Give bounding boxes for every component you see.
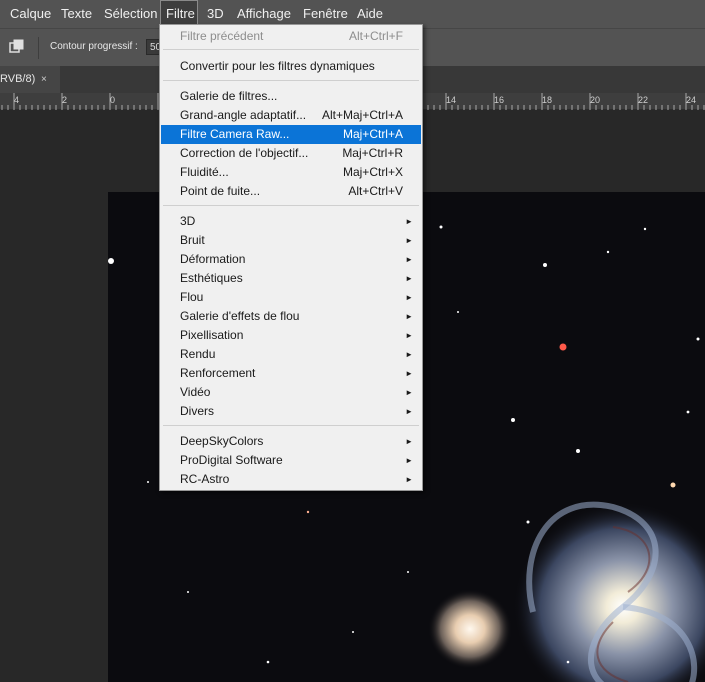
submenu-flou[interactable]: Flou ► (161, 288, 421, 307)
ruler-label: 16 (494, 95, 505, 105)
menu-item-label: Bruit (180, 233, 205, 247)
submenu-deepskycolors[interactable]: DeepSkyColors ► (161, 432, 421, 451)
menu-item-shortcut: Maj+Ctrl+X (342, 165, 403, 179)
menu-item-label: Grand-angle adaptatif... (180, 108, 307, 122)
menu-item-label: RC-Astro (180, 472, 230, 486)
submenu-arrow-icon: ► (405, 293, 413, 302)
submenu-renforcement[interactable]: Renforcement ► (161, 364, 421, 383)
submenu-arrow-icon: ► (405, 255, 413, 264)
menu-item-label: DeepSkyColors (180, 434, 264, 448)
menu-item-shortcut: Maj+Ctrl+R (342, 146, 403, 160)
submenu-rendu[interactable]: Rendu ► (161, 345, 421, 364)
ruler-label: 24 (686, 95, 697, 105)
submenu-arrow-icon: ► (405, 407, 413, 416)
menu-item-label: Correction de l'objectif... (180, 146, 309, 160)
menu-separator (163, 425, 419, 426)
ruler-label: 20 (590, 95, 601, 105)
menu-separator (163, 80, 419, 81)
menu-item-label: Divers (180, 404, 215, 418)
ruler-label: 14 (446, 95, 457, 105)
menu-item-label: Galerie d'effets de flou (180, 309, 300, 323)
submenu-arrow-icon: ► (405, 350, 413, 359)
close-icon[interactable]: × (41, 66, 47, 93)
options-separator (38, 37, 39, 59)
ruler-label: 0 (110, 95, 116, 105)
menu-item-label: Filtre Camera Raw... (180, 127, 290, 141)
submenu-arrow-icon: ► (405, 369, 413, 378)
menu-item-camera-raw[interactable]: Filtre Camera Raw... Maj+Ctrl+A (161, 125, 421, 144)
feather-label: Contour progressif : (50, 41, 138, 52)
menu-item-shortcut: Alt+Maj+Ctrl+A (321, 108, 403, 122)
submenu-esthetiques[interactable]: Esthétiques ► (161, 269, 421, 288)
menu-item-label: Renforcement (180, 366, 256, 380)
submenu-arrow-icon: ► (405, 437, 413, 446)
menu-item-label: Déformation (180, 252, 246, 266)
document-tab[interactable]: RVB/8) × (0, 66, 60, 93)
submenu-bruit[interactable]: Bruit ► (161, 231, 421, 250)
filter-menu: Filtre précédent Alt+Ctrl+F Convertir po… (159, 24, 423, 491)
submenu-pixellisation[interactable]: Pixellisation ► (161, 326, 421, 345)
menu-item-lens-correction[interactable]: Correction de l'objectif... Maj+Ctrl+R (161, 144, 421, 163)
menu-item-label: Flou (180, 290, 204, 304)
marquee-mode-icon[interactable] (9, 39, 25, 55)
submenu-arrow-icon: ► (405, 331, 413, 340)
ruler-label: 18 (542, 95, 553, 105)
document-tab-label: RVB/8) (0, 73, 36, 85)
menu-item-label: ProDigital Software (180, 453, 283, 467)
menu-item-shortcut: Alt+Ctrl+F (348, 29, 403, 43)
submenu-arrow-icon: ► (405, 312, 413, 321)
submenu-rc-astro[interactable]: RC-Astro ► (161, 470, 421, 489)
submenu-arrow-icon: ► (405, 274, 413, 283)
submenu-arrow-icon: ► (405, 388, 413, 397)
menu-item-label: Filtre précédent (180, 29, 264, 43)
menu-separator (163, 49, 419, 50)
menu-item-label: Point de fuite... (180, 184, 261, 198)
menu-item-filter-gallery[interactable]: Galerie de filtres... (161, 87, 421, 106)
menu-item-shortcut: Maj+Ctrl+A (342, 127, 403, 141)
menu-texte[interactable]: Texte (59, 0, 94, 28)
submenu-arrow-icon: ► (405, 236, 413, 245)
submenu-blur-gallery[interactable]: Galerie d'effets de flou ► (161, 307, 421, 326)
menu-item-label: Esthétiques (180, 271, 243, 285)
submenu-prodigital-software[interactable]: ProDigital Software ► (161, 451, 421, 470)
submenu-arrow-icon: ► (405, 456, 413, 465)
menu-item-convert-smart-filters[interactable]: Convertir pour les filtres dynamiques (161, 57, 421, 76)
menu-item-label: Galerie de filtres... (180, 89, 278, 103)
menu-item-label: Pixellisation (180, 328, 244, 342)
menu-item-label: Vidéo (180, 385, 211, 399)
menu-item-shortcut: Alt+Ctrl+V (348, 184, 403, 198)
submenu-divers[interactable]: Divers ► (161, 402, 421, 421)
ruler-label: 4 (14, 95, 20, 105)
menu-item-last-filter: Filtre précédent Alt+Ctrl+F (161, 27, 421, 46)
menu-selection[interactable]: Sélection (102, 0, 159, 28)
menu-item-label: 3D (180, 214, 196, 228)
menu-item-label: Convertir pour les filtres dynamiques (180, 59, 375, 73)
menu-item-label: Fluidité... (180, 165, 229, 179)
menu-item-liquify[interactable]: Fluidité... Maj+Ctrl+X (161, 163, 421, 182)
menu-separator (163, 205, 419, 206)
submenu-arrow-icon: ► (405, 475, 413, 484)
menu-item-label: Rendu (180, 347, 216, 361)
submenu-deformation[interactable]: Déformation ► (161, 250, 421, 269)
submenu-3d[interactable]: 3D ► (161, 212, 421, 231)
menu-item-vanishing-point[interactable]: Point de fuite... Alt+Ctrl+V (161, 182, 421, 201)
submenu-video[interactable]: Vidéo ► (161, 383, 421, 402)
menu-item-adaptive-wide-angle[interactable]: Grand-angle adaptatif... Alt+Maj+Ctrl+A (161, 106, 421, 125)
ruler-label: 22 (638, 95, 649, 105)
menu-calque[interactable]: Calque (8, 0, 53, 28)
submenu-arrow-icon: ► (405, 217, 413, 226)
ruler-label: 2 (62, 95, 68, 105)
